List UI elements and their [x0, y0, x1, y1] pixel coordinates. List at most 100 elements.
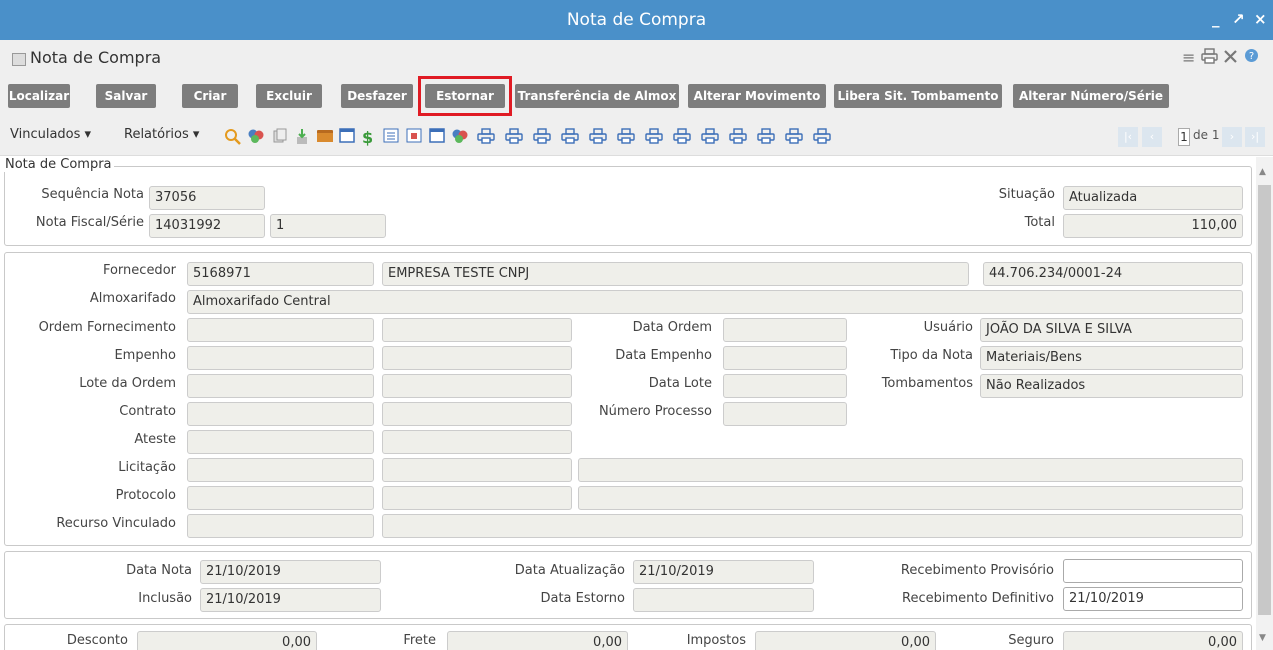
list-icon[interactable]	[383, 128, 399, 144]
scroll-down-icon[interactable]: ▼	[1259, 633, 1266, 643]
fornecedor-code-field[interactable]: 5168971	[187, 262, 374, 286]
desconto-field[interactable]: 0,00	[137, 631, 317, 650]
cancel-window-icon[interactable]	[406, 128, 422, 144]
print-icon-13[interactable]	[813, 128, 831, 144]
criar-button[interactable]: Criar	[182, 84, 238, 108]
impostos-label: Impostos	[686, 633, 746, 648]
data-ordem-field[interactable]	[723, 318, 847, 342]
last-page-icon[interactable]: ›|	[1245, 127, 1265, 147]
seguro-field[interactable]: 0,00	[1063, 631, 1243, 650]
numero-processo-field[interactable]	[723, 402, 847, 426]
copy-icon[interactable]	[272, 128, 288, 144]
print-icon-11[interactable]	[757, 128, 775, 144]
tipo-nota-field[interactable]: Materiais/Bens	[980, 346, 1243, 370]
usuario-field[interactable]: JOÃO DA SILVA E SILVA	[980, 318, 1243, 342]
recurso-vinculado-field[interactable]	[187, 514, 374, 538]
print-icon-8[interactable]	[673, 128, 691, 144]
excluir-button[interactable]: Excluir	[256, 84, 322, 108]
protocolo-field[interactable]	[187, 486, 374, 510]
licitacao-desc-field[interactable]	[578, 458, 1243, 482]
vinculados-menu[interactable]: Vinculados ▾	[10, 127, 91, 142]
alterar-numero-serie-button[interactable]: Alterar Número/Série	[1013, 84, 1169, 108]
lote-ordem-desc-field[interactable]	[382, 374, 572, 398]
blank-window-icon[interactable]	[429, 128, 445, 144]
page-number-input[interactable]: 1	[1178, 128, 1190, 146]
print-icon-6[interactable]	[617, 128, 635, 144]
recebimento-provisorio-field[interactable]	[1063, 559, 1243, 583]
scroll-up-icon[interactable]: ▲	[1259, 167, 1266, 177]
print-icon-4[interactable]	[561, 128, 579, 144]
close-icon[interactable]: ×	[1254, 10, 1267, 28]
ateste-field[interactable]	[187, 430, 374, 454]
data-lote-field[interactable]	[723, 374, 847, 398]
print-icon-10[interactable]	[729, 128, 747, 144]
libera-tombamento-button[interactable]: Libera Sit. Tombamento	[834, 84, 1002, 108]
inclusao-field[interactable]: 21/10/2019	[200, 588, 381, 612]
dollar-icon[interactable]: $	[362, 128, 378, 147]
fornecedor-name-field[interactable]: EMPRESA TESTE CNPJ	[382, 262, 969, 286]
almoxarifado-field[interactable]: Almoxarifado Central	[187, 290, 1243, 314]
data-atualizacao-field[interactable]: 21/10/2019	[633, 560, 814, 584]
data-estorno-field[interactable]	[633, 588, 814, 612]
serie-field[interactable]: 1	[270, 214, 386, 238]
desconto-label: Desconto	[66, 633, 128, 648]
print-icon-2[interactable]	[505, 128, 523, 144]
multicolor-balls-icon[interactable]	[247, 128, 264, 144]
salvar-button[interactable]: Salvar	[96, 84, 156, 108]
nota-fiscal-field[interactable]: 14031992	[149, 214, 265, 238]
multicolor-balls-icon-2[interactable]	[451, 128, 468, 144]
tools-icon[interactable]	[1222, 48, 1239, 69]
next-page-icon[interactable]: ›	[1222, 127, 1242, 147]
data-nota-field[interactable]: 21/10/2019	[200, 560, 381, 584]
print-icon-7[interactable]	[645, 128, 663, 144]
tombamentos-field[interactable]: Não Realizados	[980, 374, 1243, 398]
recurso-vinculado-desc-field[interactable]	[382, 514, 1243, 538]
data-atualizacao-label: Data Atualização	[514, 563, 625, 578]
total-field[interactable]: 110,00	[1063, 214, 1243, 238]
window-icon[interactable]	[339, 128, 355, 144]
situacao-field[interactable]: Atualizada	[1063, 186, 1243, 210]
localizar-button[interactable]: Localizar	[8, 84, 70, 108]
frete-field[interactable]: 0,00	[447, 631, 628, 650]
protocolo-mid-field[interactable]	[382, 486, 572, 510]
menu-icon[interactable]: ≡	[1182, 48, 1195, 67]
import-icon[interactable]	[294, 128, 310, 144]
sequencia-label: Sequência Nota	[41, 187, 144, 202]
transferencia-almox-button[interactable]: Transferência de Almox	[515, 84, 679, 108]
data-empenho-field[interactable]	[723, 346, 847, 370]
folder-icon[interactable]	[316, 128, 333, 144]
impostos-field[interactable]: 0,00	[755, 631, 936, 650]
search-icon[interactable]	[224, 128, 241, 145]
ordem-fornecimento-field[interactable]	[187, 318, 374, 342]
contrato-desc-field[interactable]	[382, 402, 572, 426]
relatorios-menu[interactable]: Relatórios ▾	[124, 127, 199, 142]
lote-ordem-field[interactable]	[187, 374, 374, 398]
prev-page-icon[interactable]: ‹	[1142, 127, 1162, 147]
maximize-icon[interactable]: ↗	[1232, 10, 1245, 28]
fornecedor-cnpj-field[interactable]: 44.706.234/0001-24	[983, 262, 1243, 286]
contrato-field[interactable]	[187, 402, 374, 426]
print-icon[interactable]	[1201, 48, 1218, 68]
print-icon-5[interactable]	[589, 128, 607, 144]
desfazer-button[interactable]: Desfazer	[341, 84, 413, 108]
ordem-fornecimento-label: Ordem Fornecimento	[38, 320, 176, 335]
protocolo-desc-field[interactable]	[578, 486, 1243, 510]
ordem-fornecimento-desc-field[interactable]	[382, 318, 572, 342]
first-page-icon[interactable]: |‹	[1118, 127, 1138, 147]
licitacao-mid-field[interactable]	[382, 458, 572, 482]
empenho-field[interactable]	[187, 346, 374, 370]
print-icon-3[interactable]	[533, 128, 551, 144]
print-icon-12[interactable]	[785, 128, 803, 144]
licitacao-field[interactable]	[187, 458, 374, 482]
ateste-desc-field[interactable]	[382, 430, 572, 454]
vertical-scrollbar[interactable]: ▲ ▼	[1256, 157, 1273, 650]
recebimento-definitivo-field[interactable]: 21/10/2019	[1063, 587, 1243, 611]
alterar-movimento-button[interactable]: Alterar Movimento	[688, 84, 826, 108]
minimize-icon[interactable]: _	[1212, 10, 1220, 28]
empenho-desc-field[interactable]	[382, 346, 572, 370]
scrollbar-thumb[interactable]	[1258, 185, 1271, 615]
print-icon-9[interactable]	[701, 128, 719, 144]
sequencia-field[interactable]: 37056	[149, 186, 265, 210]
print-icon-1[interactable]	[477, 128, 495, 144]
help-icon[interactable]: ?	[1244, 48, 1259, 67]
